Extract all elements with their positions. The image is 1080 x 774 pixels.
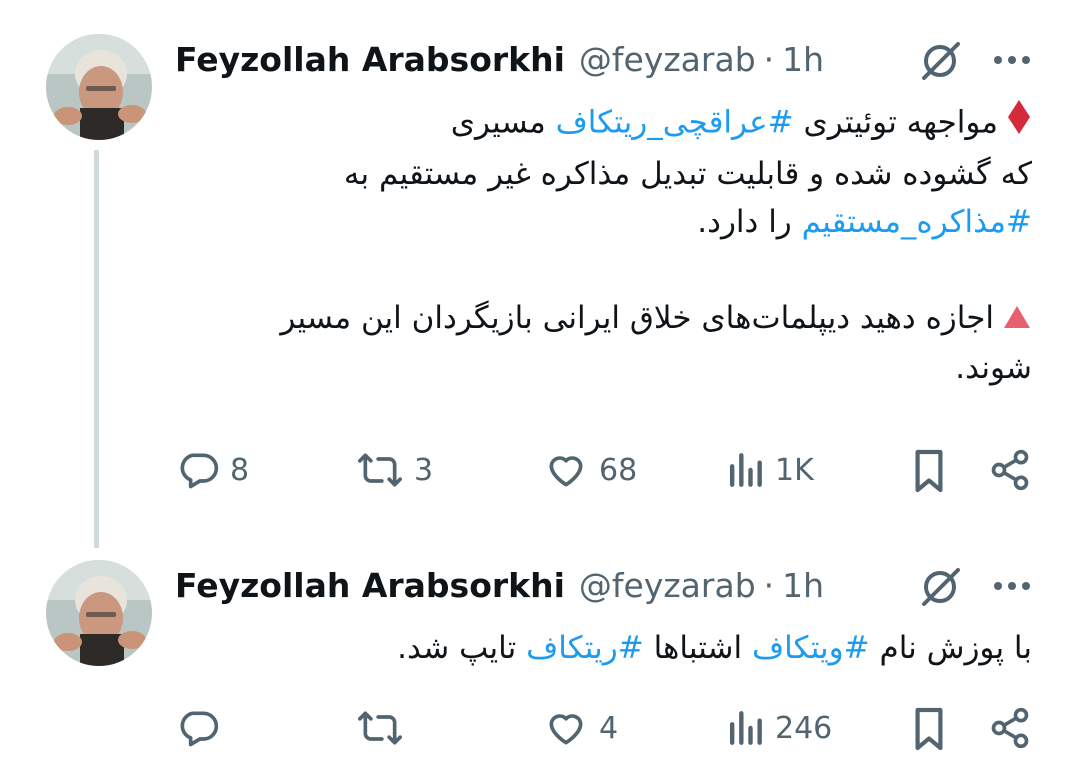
- timestamp[interactable]: 1h: [782, 40, 824, 79]
- tweet-header: Feyzollah Arabsorkhi @feyzarab · 1h: [175, 560, 824, 610]
- avatar[interactable]: [46, 34, 152, 140]
- author-name[interactable]: Feyzollah Arabsorkhi: [175, 566, 565, 605]
- views-button[interactable]: 1K: [725, 448, 814, 492]
- retweet-icon: [358, 453, 402, 487]
- text-segment: اجازه دهید دیپلمات‌های خلاق ایرانی بازیگ…: [280, 300, 994, 336]
- tweet-actions: 4 246: [0, 706, 1080, 756]
- like-count: 68: [599, 452, 638, 488]
- reply-count: 8: [230, 452, 250, 488]
- tweet-actions: 8 3 68 1K: [0, 448, 1080, 498]
- text-segment: مواجهه توئیتری: [793, 104, 998, 141]
- reply-icon: [180, 453, 219, 489]
- timestamp[interactable]: 1h: [782, 566, 824, 605]
- text-segment: تایپ شد.: [397, 630, 527, 666]
- tweet-text-line: شوند.: [280, 344, 1032, 392]
- tweet-text-line: اجازه دهید دیپلمات‌های خلاق ایرانی بازیگ…: [280, 294, 1032, 344]
- separator-dot: ·: [763, 565, 775, 605]
- retweet-count: 3: [414, 452, 434, 488]
- hashtag-link[interactable]: #عراقچی_ریتکاف: [556, 105, 794, 141]
- tweet-text-line: [280, 246, 1032, 294]
- reply-icon: [180, 711, 219, 747]
- view-count: 246: [775, 710, 833, 746]
- text-segment: اشتباها: [643, 630, 752, 666]
- text-segment: مسیری: [450, 104, 556, 141]
- retweet-icon: [358, 711, 402, 745]
- more-icon[interactable]: [992, 52, 1032, 72]
- like-icon: [549, 714, 583, 745]
- separator-dot: ·: [763, 39, 775, 79]
- like-button[interactable]: 4: [543, 706, 618, 750]
- author-handle[interactable]: @feyzarab: [579, 566, 756, 605]
- views-button[interactable]: 246: [725, 706, 832, 750]
- hashtag-link[interactable]: #ویتکاف: [752, 630, 870, 666]
- view-count: 1K: [775, 452, 814, 488]
- avatar[interactable]: [46, 560, 152, 666]
- bookmark-button[interactable]: [910, 706, 948, 752]
- tweet-header: Feyzollah Arabsorkhi @feyzarab · 1h: [175, 34, 824, 84]
- tweet-text: مواجهه توئیتری #عراقچی_ریتکاف مسیری که گش…: [280, 98, 1032, 392]
- retweet-button[interactable]: 3: [356, 448, 433, 492]
- author-handle[interactable]: @feyzarab: [579, 40, 756, 79]
- red-triangle-emoji: [1002, 296, 1032, 344]
- red-diamond-emoji: [1006, 98, 1032, 150]
- text-segment: شوند.: [955, 349, 1032, 386]
- views-icon: [729, 453, 762, 487]
- tweet-text: با پوزش نام #ویتکاف اشتباها #ریتکاف تایپ…: [397, 624, 1032, 672]
- tweet-text-line: #مذاکره_مستقیم را دارد.: [280, 198, 1032, 246]
- views-icon: [729, 711, 762, 745]
- tweet-text-line: با پوزش نام #ویتکاف اشتباها #ریتکاف تایپ…: [397, 624, 1032, 672]
- like-count: 4: [599, 710, 619, 746]
- text-segment: با پوزش نام: [869, 630, 1032, 666]
- share-button[interactable]: [988, 448, 1032, 492]
- text-segment: را دارد.: [697, 204, 802, 240]
- reply-button[interactable]: 8: [176, 448, 249, 492]
- bookmark-button[interactable]: [910, 448, 948, 494]
- hashtag-link[interactable]: #ریتکاف: [526, 630, 644, 666]
- hashtag-link[interactable]: #مذاکره_مستقیم: [802, 204, 1032, 240]
- more-icon[interactable]: [992, 578, 1032, 598]
- author-name[interactable]: Feyzollah Arabsorkhi: [175, 40, 565, 79]
- grok-icon[interactable]: [918, 566, 964, 612]
- share-icon: [991, 707, 1029, 749]
- like-button[interactable]: 68: [543, 448, 637, 492]
- like-icon: [549, 456, 583, 487]
- share-icon: [991, 449, 1029, 491]
- retweet-button[interactable]: [356, 706, 414, 750]
- bookmark-icon: [915, 707, 943, 751]
- grok-icon[interactable]: [918, 40, 964, 86]
- reply-button[interactable]: [176, 706, 230, 750]
- bookmark-icon: [915, 449, 943, 493]
- tweet-text-line: مواجهه توئیتری #عراقچی_ریتکاف مسیری: [280, 98, 1032, 150]
- share-button[interactable]: [988, 706, 1032, 750]
- tweet-text-line: که گشوده شده و قابلیت تبدیل مذاکره غیر م…: [280, 150, 1032, 198]
- text-segment: که گشوده شده و قابلیت تبدیل مذاکره غیر م…: [343, 156, 1032, 192]
